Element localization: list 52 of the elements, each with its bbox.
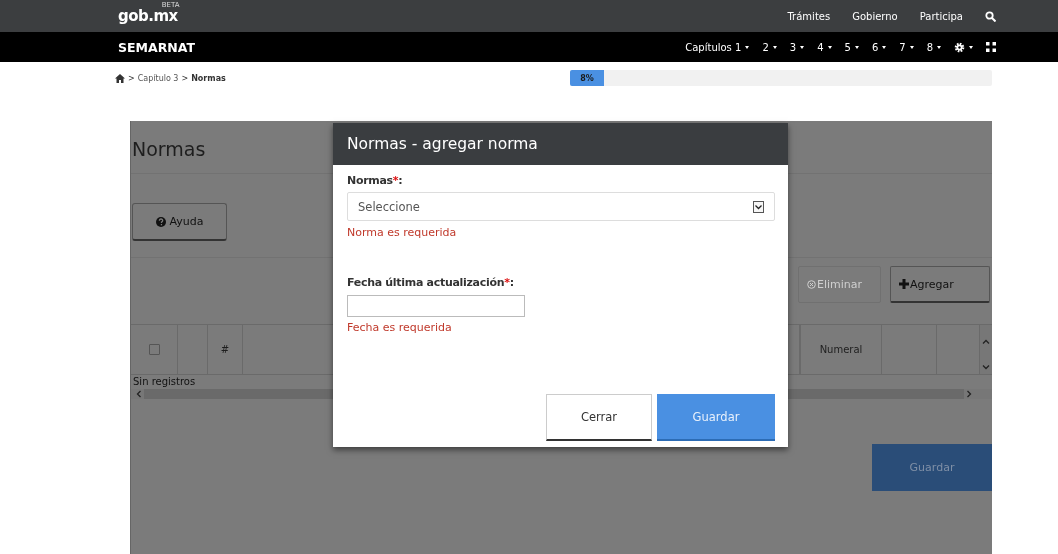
caret-icon — [772, 45, 777, 49]
gear-icon — [954, 41, 965, 53]
breadcrumb-link[interactable]: Capítulo 3 — [137, 73, 179, 83]
caret-icon — [800, 45, 805, 49]
empty-message: Sin registros — [132, 375, 197, 389]
field-label: Normas*: — [347, 174, 404, 187]
nav-link[interactable]: Gobierno — [852, 10, 898, 22]
breadcrumb-separator: > — [181, 73, 189, 83]
plus-icon — [899, 279, 909, 289]
search-icon — [985, 10, 996, 22]
caret-icon — [827, 45, 832, 49]
chapter-menu[interactable]: 6 — [871, 41, 879, 53]
nav-link[interactable]: Trámites — [787, 10, 831, 22]
chapter-menu[interactable]: 5 — [844, 41, 851, 53]
chevron-up-icon — [982, 339, 990, 344]
caret-icon — [909, 45, 914, 49]
error-message: Fecha es requerida — [347, 321, 453, 334]
chapter-menu[interactable]: 4 — [817, 41, 824, 53]
chevron-down-icon — [982, 365, 990, 370]
breadcrumb-separator: > — [128, 73, 135, 83]
chevron-right-icon — [967, 390, 972, 398]
home-icon — [115, 73, 125, 83]
close-button[interactable]: Cerrar — [546, 394, 652, 441]
breadcrumb-current: Normas — [191, 73, 226, 83]
nav-link[interactable]: Participa — [919, 10, 963, 22]
table-header-cell: # — [208, 325, 243, 374]
site-title[interactable]: SEMARNAT — [118, 39, 195, 55]
chapter-menu[interactable]: 2 — [762, 41, 769, 53]
chapter-menu[interactable]: 7 — [899, 41, 906, 53]
help-button[interactable]: Ayuda — [132, 203, 227, 241]
chapter-menu[interactable]: 8 — [926, 41, 933, 53]
chapter-menu[interactable]: Capítulos 1 — [685, 41, 742, 53]
date-input-field[interactable] — [347, 295, 525, 317]
caret-icon — [969, 45, 973, 49]
dialog-title: Normas - agregar norma — [333, 123, 788, 165]
select-field[interactable]: Seleccione — [347, 192, 775, 221]
logo[interactable]: gob.mx — [118, 7, 178, 25]
field-label: Fecha última actualización*: — [347, 276, 515, 289]
circle-x-icon — [807, 280, 816, 289]
question-icon — [155, 216, 166, 227]
caret-icon — [854, 45, 859, 49]
expand-icon — [986, 42, 996, 52]
chapter-menu[interactable]: 3 — [789, 41, 797, 53]
error-message: Norma es requerida — [347, 226, 458, 239]
chevron-left-icon — [136, 390, 141, 398]
caret-icon — [882, 45, 887, 49]
caret-icon — [937, 45, 941, 49]
table-header-cell: Numeral — [800, 325, 882, 374]
checkbox[interactable] — [148, 344, 160, 355]
add-button[interactable]: Agregar — [890, 266, 990, 303]
caret-icon — [745, 45, 750, 49]
progress-fill: 8% — [570, 70, 604, 86]
